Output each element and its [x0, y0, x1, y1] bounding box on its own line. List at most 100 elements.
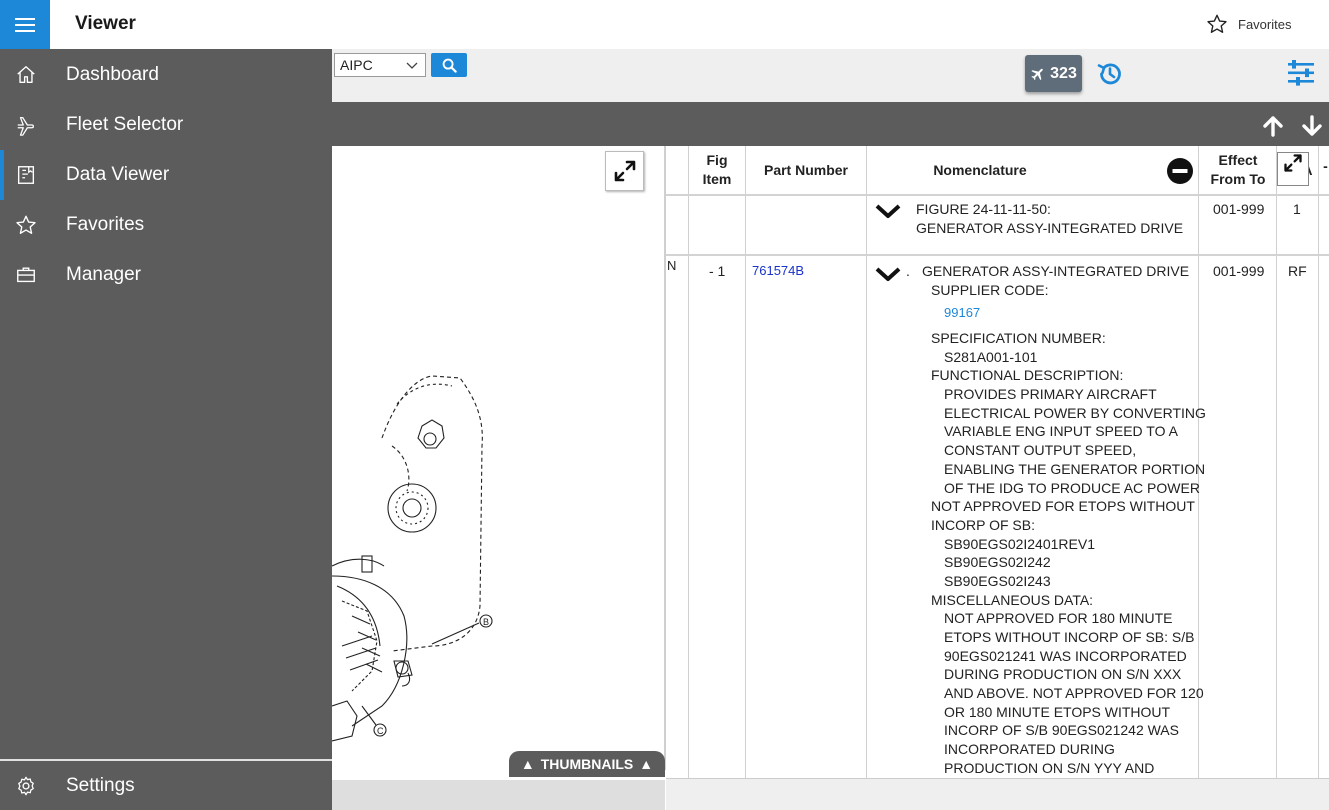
header-next-column: - [1323, 158, 1328, 174]
sidebar-item-manager[interactable]: Manager [0, 250, 332, 300]
nomenclature-detail-line: VARIABLE ENG INPUT SPEED TO A [944, 423, 1178, 440]
callout-c: C [377, 726, 384, 736]
nomenclature-detail-line: ELECTRICAL POWER BY CONVERTING [944, 404, 1206, 421]
nomenclature-detail-line: OR 180 MINUTE ETOPS WITHOUT [944, 703, 1171, 720]
history-icon[interactable] [1096, 60, 1124, 88]
sidebar-item-settings[interactable]: Settings [0, 761, 332, 810]
document-type-value: AIPC [340, 57, 373, 73]
row-divider [666, 254, 1329, 256]
star-outline-icon [1207, 14, 1227, 33]
collapse-all-icon[interactable] [1166, 157, 1194, 185]
nomenclature-detail-line: S281A001-101 [944, 348, 1038, 365]
row2-part-number-link[interactable]: 761574B [752, 263, 804, 278]
generator-illustration: B C [332, 375, 493, 742]
header-effect[interactable]: Effect From To [1199, 151, 1277, 189]
column-divider [1318, 146, 1319, 778]
sidebar-item-favorites[interactable]: Favorites [0, 200, 332, 250]
arrow-down-icon[interactable] [1301, 115, 1323, 137]
nomenclature-detail-line: SPECIFICATION NUMBER: [931, 330, 1106, 346]
aircraft-count-button[interactable]: 323 [1025, 55, 1082, 92]
column-divider [688, 146, 689, 778]
row2-supplier-label: SUPPLIER CODE: [931, 282, 1049, 298]
chevron-down-icon [406, 62, 418, 69]
nomenclature-detail-line: PROVIDES PRIMARY AIRCRAFT [944, 386, 1157, 403]
column-divider [745, 146, 746, 778]
sidebar-item-label: Manager [66, 264, 141, 285]
app-window: Viewer Favorites AIPC 323 B C ▲ THUMBNAI… [0, 0, 1329, 810]
nomenclature-detail-line: SB90EGS02I243 [944, 572, 1051, 589]
airplane-icon [1031, 68, 1043, 80]
search-icon [442, 58, 457, 73]
sidebar: Dashboard Fleet Selector Data Viewer Fav… [0, 49, 332, 810]
nomenclature-detail-line: SB90EGS02I2401REV1 [944, 535, 1095, 552]
nomenclature-detail-line: MISCELLANEOUS DATA: [931, 591, 1094, 608]
search-button[interactable] [431, 53, 467, 77]
briefcase-icon [17, 267, 35, 283]
row2-nomenclature-title: GENERATOR ASSY-INTEGRATED DRIVE [922, 263, 1190, 279]
home-icon [17, 66, 35, 84]
column-expand-button[interactable] [1277, 152, 1309, 186]
illustration-pane[interactable]: B C [332, 146, 666, 770]
nomenclature-detail-line: PRODUCTION ON S/N YYY AND [944, 759, 1155, 776]
row-divider [666, 194, 1329, 196]
row2-effect: 001-999 [1213, 263, 1265, 279]
airplane-icon [17, 117, 34, 136]
nomenclature-detail-line: NOT APPROVED FOR 180 MINUTE [944, 610, 1173, 627]
row2-fig-item: - 1 [709, 263, 726, 279]
nomenclature-detail-line: ETOPS WITHOUT INCORP OF SB: S/B [944, 629, 1195, 645]
row2-nomenclature-details: SPECIFICATION NUMBER: S281A001-101 FUNCTIO… [931, 330, 1206, 779]
row1-upa: 1 [1293, 201, 1301, 217]
column-divider [1276, 146, 1277, 778]
hamburger-menu-button[interactable] [0, 0, 50, 49]
expand-column-icon [1284, 154, 1302, 172]
hamburger-icon [15, 17, 35, 32]
table-footer [666, 778, 1329, 810]
nomenclature-detail-line: FUNCTIONAL DESCRIPTION: [931, 367, 1124, 384]
aircraft-count: 323 [1050, 64, 1077, 82]
thumbnails-label: THUMBNAILS [540, 756, 634, 772]
nomenclature-detail-line: INCORP OF SB: [931, 516, 1035, 533]
nomenclature-detail-line: 90EGS021241 WAS INCORPORATED [944, 647, 1187, 664]
sidebar-item-data-viewer[interactable]: Data Viewer [0, 150, 332, 200]
filter-settings-icon[interactable] [1287, 60, 1315, 86]
sidebar-item-label: Dashboard [66, 64, 159, 85]
settings-label: Settings [66, 775, 135, 796]
page-title: Viewer [75, 13, 136, 34]
nomenclature-detail-line: INCORPORATED DURING [944, 741, 1115, 758]
row2-flag: N [667, 258, 677, 273]
nomenclature-detail-line: OF THE IDG TO PRODUCE AC POWER [944, 479, 1200, 496]
sidebar-item-fleet-selector[interactable]: Fleet Selector [0, 100, 332, 150]
chevron-down-icon[interactable] [875, 266, 901, 282]
nomenclature-detail-line: CONSTANT OUTPUT SPEED, [944, 442, 1137, 459]
callout-b: B [483, 617, 489, 627]
nomenclature-detail-line: DURING PRODUCTION ON S/N XXX [944, 666, 1182, 683]
star-icon [16, 215, 36, 234]
header-fig-item[interactable]: Fig Item [689, 151, 745, 189]
row1-effect: 001-999 [1213, 201, 1265, 217]
arrow-up-icon[interactable] [1262, 115, 1284, 137]
book-icon [17, 166, 35, 184]
favorites-header-button[interactable]: Favorites [1206, 13, 1291, 35]
chevron-down-icon[interactable] [875, 203, 901, 219]
row2-bullet: . [906, 263, 910, 279]
thumbnails-toggle[interactable]: ▲ THUMBNAILS ▲ [509, 751, 665, 777]
fullscreen-image-button[interactable] [605, 151, 644, 191]
triangle-up-icon: ▲ [520, 756, 535, 772]
nomenclature-detail-line: AND ABOVE. NOT APPROVED FOR 120 [944, 685, 1204, 702]
nomenclature-detail-line: SB90EGS02I242 [944, 554, 1051, 571]
row2-supplier-code-link[interactable]: 99167 [944, 305, 980, 320]
sidebar-item-dashboard[interactable]: Dashboard [0, 50, 332, 100]
nomenclature-detail-line: ENABLING THE GENERATOR PORTION [944, 460, 1206, 477]
document-type-select[interactable]: AIPC [334, 53, 426, 77]
column-divider [866, 146, 867, 778]
sidebar-item-label: Fleet Selector [66, 114, 184, 135]
sidebar-item-label: Favorites [66, 214, 145, 235]
row2-upa: RF [1288, 263, 1307, 279]
sidebar-item-label: Data Viewer [66, 164, 170, 185]
title-bar: Viewer Favorites [0, 0, 1329, 49]
nomenclature-detail-line: NOT APPROVED FOR ETOPS WITHOUT [931, 498, 1195, 515]
gear-icon [18, 776, 34, 796]
header-part-number[interactable]: Part Number [746, 161, 866, 180]
header-nomenclature[interactable]: Nomenclature [880, 161, 1080, 180]
expand-icon [614, 160, 635, 182]
